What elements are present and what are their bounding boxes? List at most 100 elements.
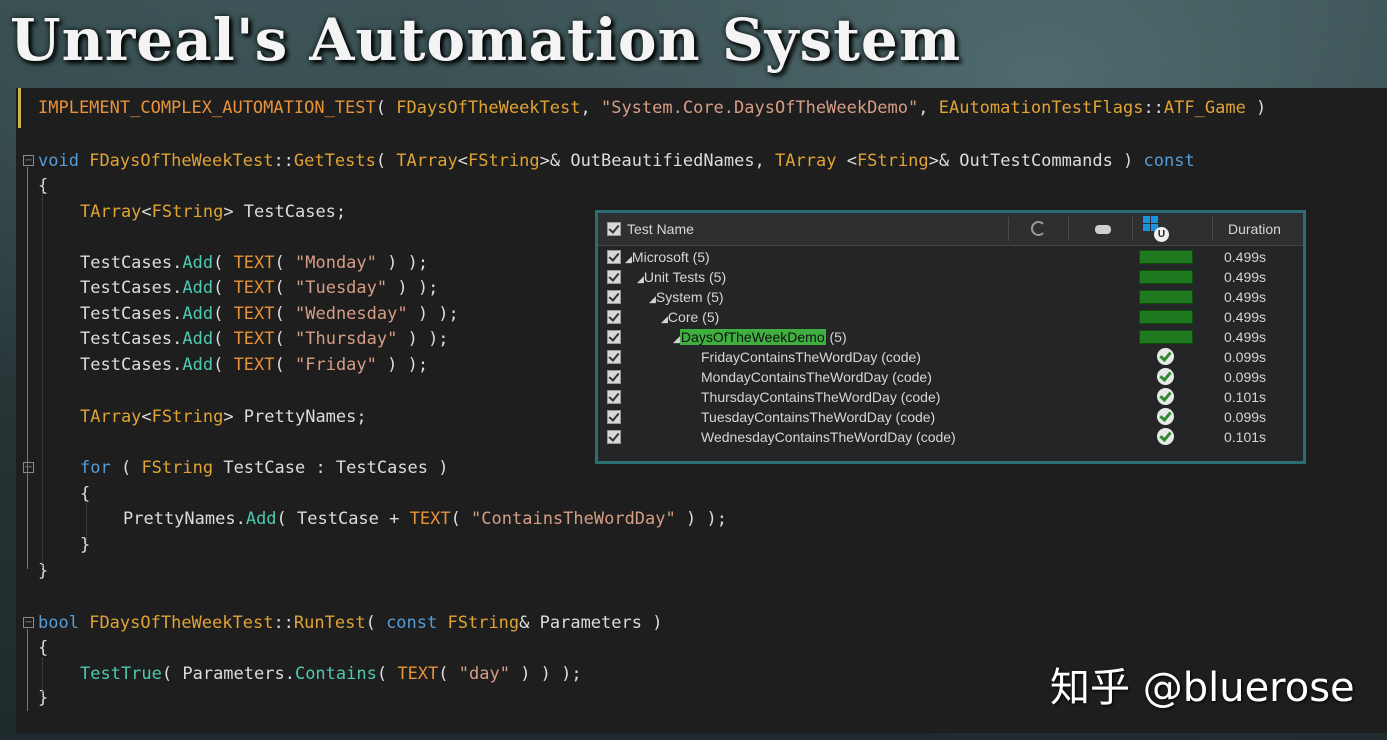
expand-arrow-icon[interactable]: ◢ — [673, 334, 680, 344]
code-token: RunTest — [293, 613, 366, 633]
indent-guide — [86, 498, 87, 542]
duration-header[interactable]: Duration — [1228, 221, 1281, 237]
test-checkbox[interactable] — [607, 290, 621, 304]
code-token: < — [457, 151, 468, 171]
test-duration: 0.499s — [1224, 289, 1267, 305]
test-row[interactable]: ◢Core (5) 0.499s — [598, 307, 1303, 327]
passed-check-icon — [1157, 428, 1174, 445]
test-checkbox[interactable] — [607, 410, 621, 424]
expand-arrow-icon[interactable]: ◢ — [661, 314, 668, 324]
test-checkbox[interactable] — [607, 370, 621, 384]
test-row[interactable]: ◢Unit Tests (5) 0.499s — [598, 267, 1303, 287]
code-token: PrettyNames. — [123, 509, 246, 529]
code-token: < — [836, 151, 857, 171]
code-token: ) ); — [376, 355, 429, 375]
code-token: FDaysOfTheWeekTest — [89, 613, 274, 633]
code-token: ( — [110, 458, 142, 478]
code-token: :: — [1143, 98, 1164, 118]
code-token: TArray — [80, 202, 142, 222]
code-token: const — [386, 613, 438, 633]
test-checkbox[interactable] — [607, 250, 621, 264]
expand-arrow-icon[interactable]: ◢ — [625, 254, 632, 264]
test-list-header: Test Name U Duration — [598, 213, 1303, 246]
code-line: TestTrue( Parameters.Contains( TEXT( "da… — [80, 662, 582, 686]
code-token: >& OutBeautifiedNames, — [539, 151, 776, 171]
code-token: "Thursday" — [295, 329, 398, 349]
code-token: TestCases. — [80, 278, 183, 298]
code-token: TEXT — [397, 664, 439, 684]
fold-toggle-runtest[interactable]: − — [23, 617, 34, 628]
test-name: WednesdayContainsTheWordDay (code) — [701, 427, 956, 447]
test-row[interactable]: FridayContainsTheWordDay (code) 0.099s — [598, 347, 1303, 367]
code-token: ( — [213, 253, 234, 273]
select-all-checkbox[interactable] — [607, 222, 621, 236]
test-checkbox[interactable] — [607, 330, 621, 344]
code-token: Add — [182, 329, 214, 349]
fold-line — [27, 629, 28, 711]
code-token: ( — [274, 253, 295, 273]
code-line: } — [38, 686, 48, 710]
test-row[interactable]: MondayContainsTheWordDay (code) 0.099s — [598, 367, 1303, 387]
code-token: TestCase : TestCases ) — [213, 458, 449, 478]
code-token: TEXT — [233, 304, 275, 324]
test-name-header[interactable]: Test Name — [627, 221, 694, 237]
code-token: < — [141, 407, 152, 427]
test-row[interactable]: ◢Microsoft (5) 0.499s — [598, 247, 1303, 267]
code-token: void — [38, 151, 79, 171]
code-token: ( — [274, 278, 295, 298]
code-token: ( — [274, 304, 295, 324]
test-duration: 0.101s — [1224, 389, 1267, 405]
code-line: IMPLEMENT_COMPLEX_AUTOMATION_TEST( FDays… — [38, 96, 1266, 120]
code-token: "Tuesday" — [295, 278, 388, 298]
test-checkbox[interactable] — [607, 270, 621, 284]
fold-toggle-for[interactable]: − — [23, 462, 34, 473]
test-checkbox[interactable] — [607, 310, 621, 324]
code-token: > PrettyNames; — [223, 407, 367, 427]
code-line: { — [38, 174, 48, 198]
code-token: } — [38, 561, 49, 581]
code-token: ) ); — [376, 253, 429, 273]
code-token: ( TestCase + — [276, 509, 410, 529]
code-token: ATF_Game — [1163, 98, 1246, 118]
fold-toggle-gettests[interactable]: − — [23, 155, 34, 166]
code-token: ( — [213, 355, 234, 375]
test-row[interactable]: ◢DaysOfTheWeekDemo (5) 0.499s — [598, 327, 1303, 347]
code-token: ) ) ); — [509, 664, 582, 684]
indent-guide — [42, 658, 43, 698]
test-name-text: FridayContainsTheWordDay (code) — [701, 349, 921, 365]
code-line: bool FDaysOfTheWeekTest::RunTest( const … — [38, 611, 662, 635]
test-name-text: Unit Tests (5) — [643, 269, 727, 285]
progress-bar — [1139, 310, 1193, 324]
code-token: const — [1143, 151, 1195, 171]
code-token: "System.Core.DaysOfTheWeekDemo" — [600, 98, 919, 118]
passed-check-icon — [1157, 348, 1174, 365]
code-token: ) ); — [397, 329, 449, 349]
test-row[interactable]: ThursdayContainsTheWordDay (code) 0.101s — [598, 387, 1303, 407]
code-token: TestCases. — [80, 329, 183, 349]
code-line: TArray<FString> PrettyNames; — [80, 405, 367, 429]
code-token: TestTrue — [80, 664, 162, 684]
test-checkbox[interactable] — [607, 390, 621, 404]
test-duration: 0.099s — [1224, 369, 1267, 385]
column-separator — [1068, 217, 1069, 241]
code-token: Add — [182, 278, 214, 298]
code-token: ) — [1245, 98, 1267, 118]
code-token: ( — [274, 329, 295, 349]
watermark: 知乎 @bluerose — [1050, 665, 1355, 711]
code-line: PrettyNames.Add( TestCase + TEXT( "Conta… — [123, 507, 727, 531]
code-token: ( — [274, 355, 295, 375]
expand-arrow-icon[interactable]: ◢ — [637, 274, 644, 284]
test-row[interactable]: TuesdayContainsTheWordDay (code) 0.099s — [598, 407, 1303, 427]
test-checkbox[interactable] — [607, 350, 621, 364]
automation-test-window[interactable]: Test Name U Duration ◢Microsoft (5) 0.499… — [595, 210, 1306, 464]
test-checkbox[interactable] — [607, 430, 621, 444]
test-row[interactable]: WednesdayContainsTheWordDay (code) 0.101s — [598, 427, 1303, 447]
code-token: IMPLEMENT_COMPLEX_AUTOMATION_TEST — [38, 98, 376, 118]
expand-arrow-icon[interactable]: ◢ — [649, 294, 656, 304]
test-row[interactable]: ◢System (5) 0.499s — [598, 287, 1303, 307]
code-token: :: — [273, 613, 294, 633]
indent-guide — [42, 188, 43, 568]
code-token: ( — [213, 278, 234, 298]
test-name-text: DaysOfTheWeekDemo — [679, 329, 826, 345]
